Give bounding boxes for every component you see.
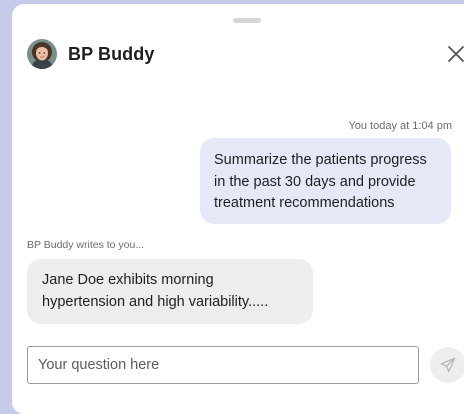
bot-message-bubble: Jane Doe exhibits morning hypertension a… bbox=[27, 259, 313, 324]
woman-avatar-icon bbox=[27, 39, 57, 69]
send-icon bbox=[440, 357, 456, 373]
user-message-timestamp: You today at 1:04 pm bbox=[348, 120, 452, 132]
user-message-bubble: Summarize the patients progress in the p… bbox=[200, 138, 451, 224]
question-input[interactable] bbox=[27, 346, 419, 384]
bot-message-label: BP Buddy writes to you... bbox=[27, 239, 145, 251]
chat-header: BP Buddy bbox=[27, 39, 154, 69]
drag-handle[interactable] bbox=[233, 18, 261, 23]
send-button[interactable] bbox=[430, 347, 464, 383]
chat-title: BP Buddy bbox=[68, 43, 155, 64]
chat-panel: BP Buddy You today at 1:04 pm Summarize … bbox=[12, 4, 464, 414]
close-icon[interactable] bbox=[446, 44, 464, 64]
